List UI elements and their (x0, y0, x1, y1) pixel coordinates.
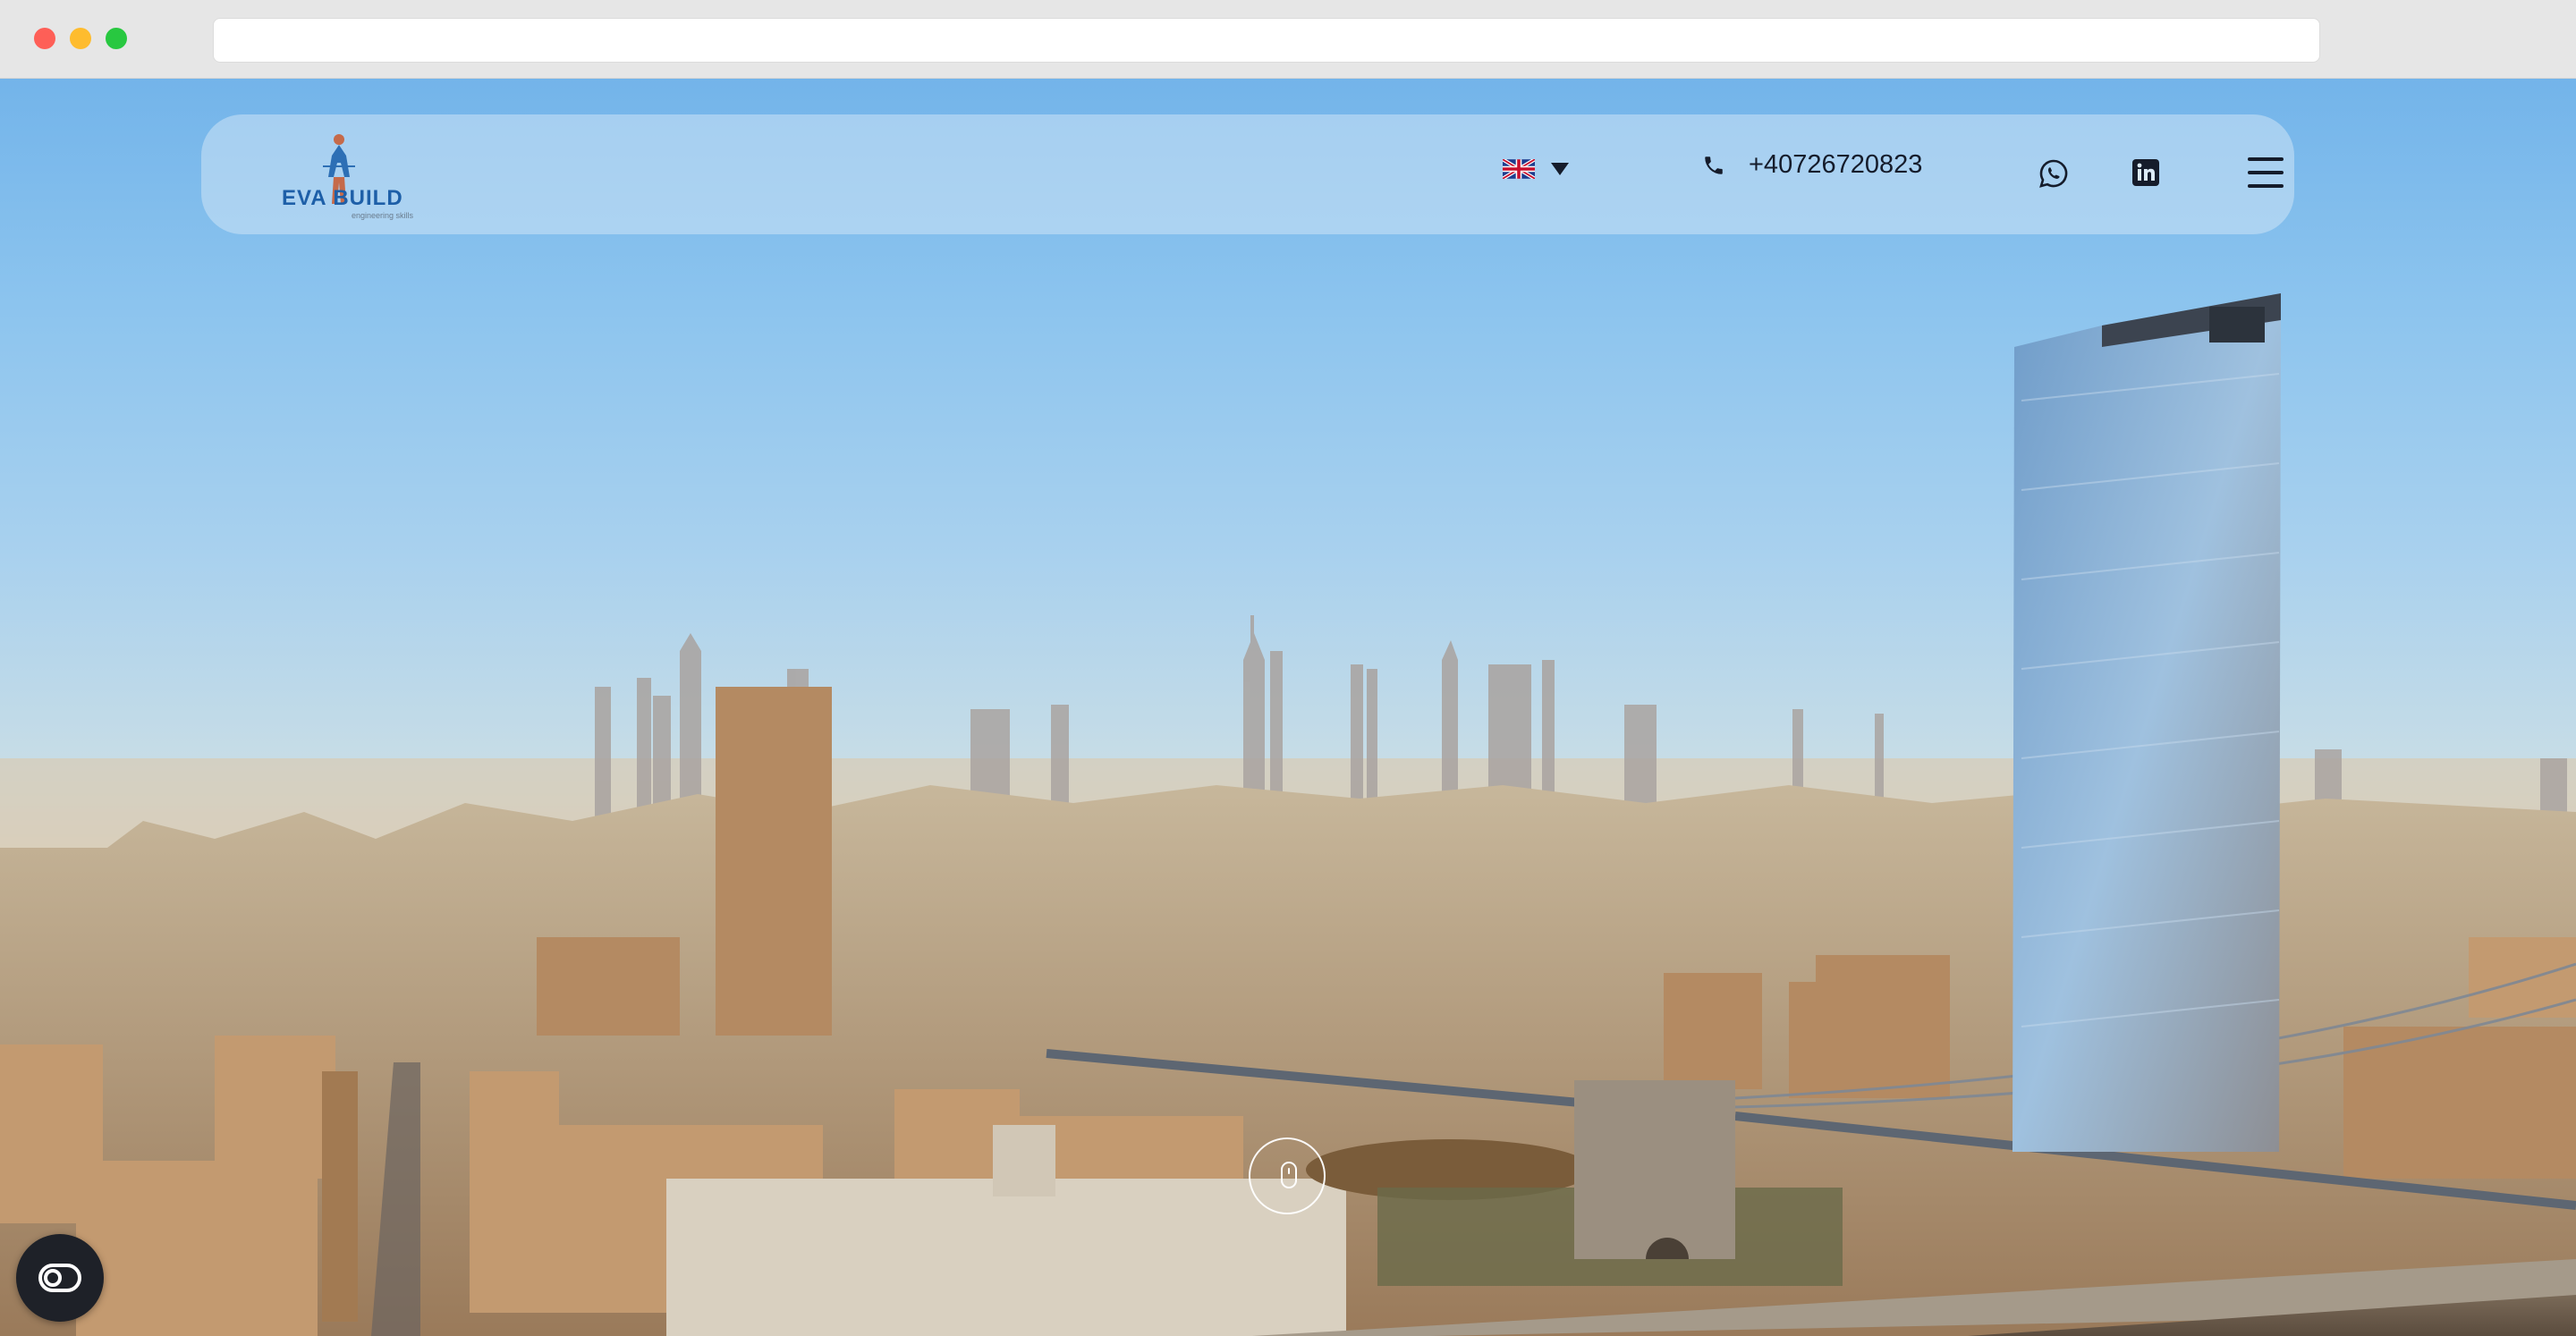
close-window-button[interactable] (34, 28, 55, 49)
cookie-consent-button[interactable] (16, 1234, 104, 1322)
hamburger-menu-icon[interactable] (2248, 157, 2284, 188)
logo-tagline: engineering skills (352, 211, 414, 220)
linkedin-icon (2132, 159, 2159, 186)
mouse-scroll-icon (1281, 1162, 1297, 1188)
logo-text: EVA BUILD (282, 186, 403, 210)
language-selector[interactable] (1503, 159, 1569, 179)
address-bar[interactable] (213, 18, 2320, 63)
hero-section: EVA BUILD engineering skills +4072672082… (0, 79, 2576, 1336)
company-logo[interactable]: EVA BUILD engineering skills (282, 132, 425, 222)
linkedin-button[interactable] (2131, 158, 2160, 187)
maximize-window-button[interactable] (106, 28, 127, 49)
site-header: EVA BUILD engineering skills +4072672082… (201, 114, 2294, 234)
minimize-window-button[interactable] (70, 28, 91, 49)
whatsapp-icon (2039, 159, 2068, 188)
phone-link[interactable]: +40726720823 (1702, 150, 1922, 180)
scroll-down-button[interactable] (1249, 1137, 1326, 1214)
phone-number: +40726720823 (1749, 150, 1923, 179)
browser-toolbar (0, 0, 2576, 79)
chevron-down-icon (1551, 163, 1569, 175)
uk-flag-icon (1503, 159, 1535, 179)
phone-icon (1705, 156, 1723, 174)
whatsapp-button[interactable] (2038, 157, 2070, 190)
cookie-consent-icon (38, 1264, 81, 1292)
